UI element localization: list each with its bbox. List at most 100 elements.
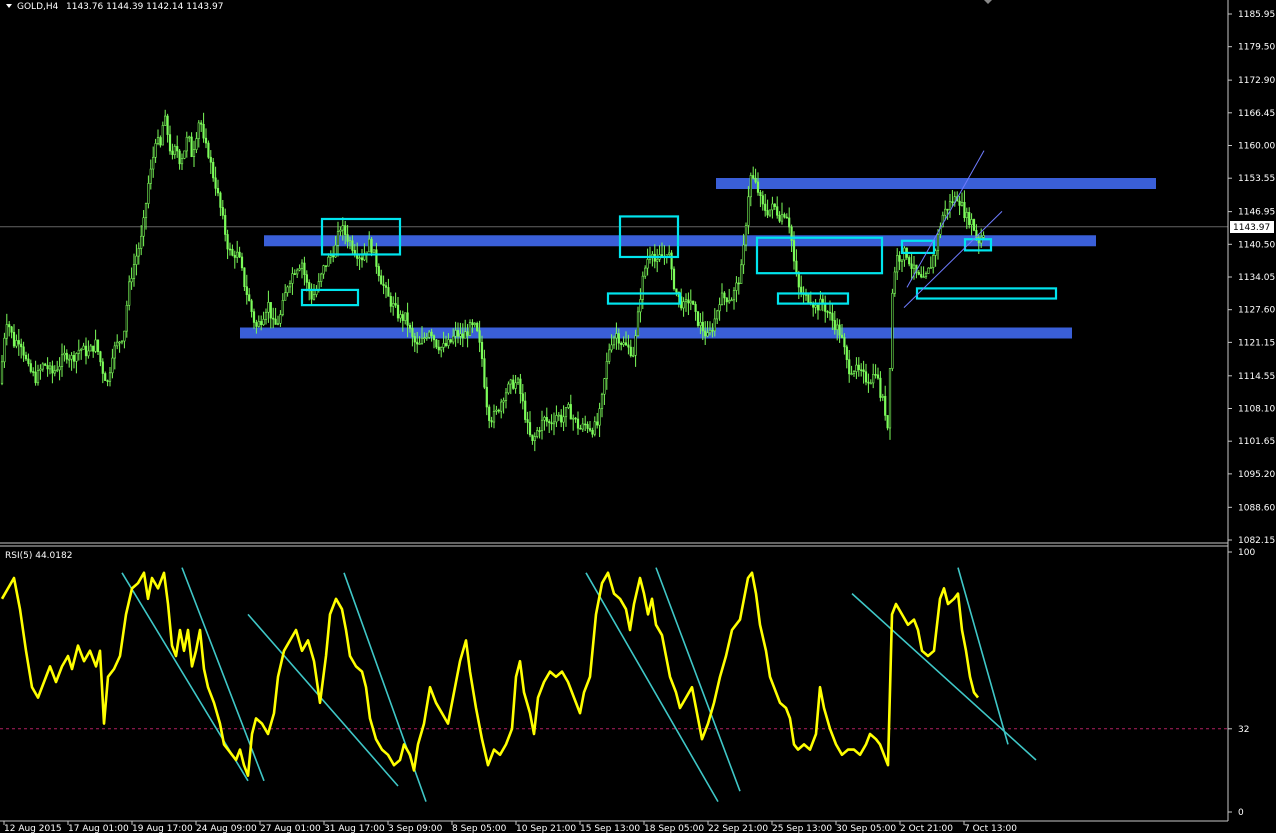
time-tick-label: 31 Aug 17:00 — [324, 824, 385, 833]
price-tick-label: 1146.95 — [1238, 208, 1275, 218]
candle-body — [744, 225, 748, 246]
candle-body — [89, 345, 92, 352]
candle-body — [644, 267, 647, 277]
candle-body — [34, 371, 37, 384]
candle-body — [32, 371, 35, 373]
candle-body — [545, 417, 548, 422]
candle-body — [852, 371, 856, 374]
rsi-label: RSI(5) 44.0182 — [5, 551, 72, 561]
chart-canvas[interactable]: GOLD,H4 1143.76 1144.39 1142.14 1143.97 … — [0, 0, 1276, 833]
candle-body — [0, 361, 4, 384]
candle-body — [68, 358, 71, 361]
candle-body — [759, 192, 762, 196]
candle-body — [375, 249, 378, 267]
price-tick-label: 1166.45 — [1238, 109, 1275, 119]
candle-body — [519, 378, 522, 394]
candle-body — [855, 364, 858, 372]
candle-body — [288, 283, 292, 288]
candle-body — [845, 346, 848, 360]
candle-body — [216, 188, 220, 194]
candle-body — [180, 158, 184, 165]
time-tick-label: 2 Oct 21:00 — [900, 824, 953, 833]
candle-body — [58, 366, 61, 371]
candle-body — [128, 281, 131, 306]
candle-body — [728, 300, 731, 303]
candle-body — [12, 331, 16, 347]
candle-body — [824, 303, 827, 312]
candle-body — [843, 337, 846, 348]
candle-body — [958, 200, 961, 206]
candle-body — [396, 304, 400, 319]
candle-body — [200, 122, 203, 125]
candle-body — [236, 251, 239, 258]
candle-body — [442, 343, 445, 348]
candle-body — [569, 404, 572, 420]
candle-body — [533, 436, 536, 441]
candle-body — [593, 421, 596, 435]
candle-body — [171, 150, 174, 155]
candle-body — [135, 255, 138, 265]
candle-body — [591, 429, 594, 435]
candle-body — [351, 240, 354, 251]
candle-body — [188, 136, 191, 139]
candle-body — [668, 252, 671, 255]
candle-body — [348, 240, 352, 243]
candle-body — [96, 339, 100, 352]
ohlc-readout: 1143.76 1144.39 1142.14 1143.97 — [66, 2, 223, 12]
candle-body — [670, 252, 673, 270]
candle-body — [284, 292, 287, 301]
candle-body — [876, 374, 880, 379]
candle-body — [322, 265, 325, 275]
candle-body — [550, 422, 553, 425]
candle-body — [754, 177, 757, 183]
candle-body — [406, 312, 409, 326]
candle-body — [82, 345, 85, 350]
candle-body — [324, 265, 328, 267]
candle-body — [15, 340, 18, 347]
candle-body — [848, 359, 851, 375]
candle-body — [538, 430, 541, 432]
candle-body — [238, 251, 241, 258]
candle-body — [881, 395, 884, 398]
candle-body — [908, 257, 911, 265]
candle-body — [564, 407, 568, 418]
candle-body — [384, 285, 388, 288]
candle-body — [461, 333, 464, 339]
time-tick-label: 24 Aug 09:00 — [196, 824, 257, 833]
candle-body — [946, 208, 949, 211]
candle-body — [584, 423, 587, 426]
candle-body — [8, 324, 11, 328]
candle-body — [113, 345, 116, 359]
candle-body — [675, 288, 678, 293]
candle-body — [132, 264, 136, 279]
candle-body — [437, 346, 440, 351]
candle-body — [783, 214, 786, 218]
candle-body — [514, 382, 517, 389]
price-tick-label: 1172.90 — [1238, 76, 1275, 86]
candle-body — [922, 276, 925, 279]
candle-body — [634, 335, 637, 356]
time-tick-label: 22 Sep 21:00 — [708, 824, 768, 833]
candle-body — [615, 333, 618, 339]
price-tick-label: 1082.15 — [1238, 536, 1275, 546]
candle-body — [884, 395, 887, 416]
candle-body — [279, 314, 282, 324]
candle-body — [831, 312, 834, 321]
candle-body — [560, 414, 563, 423]
candle-body — [411, 328, 414, 337]
price-tick-label: 1134.05 — [1238, 273, 1275, 283]
price-tick-label: 1185.95 — [1238, 10, 1275, 20]
candle-body — [329, 255, 332, 258]
candle-body — [552, 421, 556, 425]
candle-body — [99, 351, 102, 363]
candle-body — [72, 355, 76, 362]
candle-body — [447, 339, 450, 346]
candle-body — [471, 322, 474, 326]
candle-body — [917, 272, 920, 275]
candle-body — [161, 125, 164, 146]
candle-body — [706, 332, 709, 337]
candle-body — [816, 304, 820, 311]
candle-body — [579, 427, 582, 430]
candle-body — [540, 419, 544, 431]
chart-background — [0, 0, 1276, 833]
